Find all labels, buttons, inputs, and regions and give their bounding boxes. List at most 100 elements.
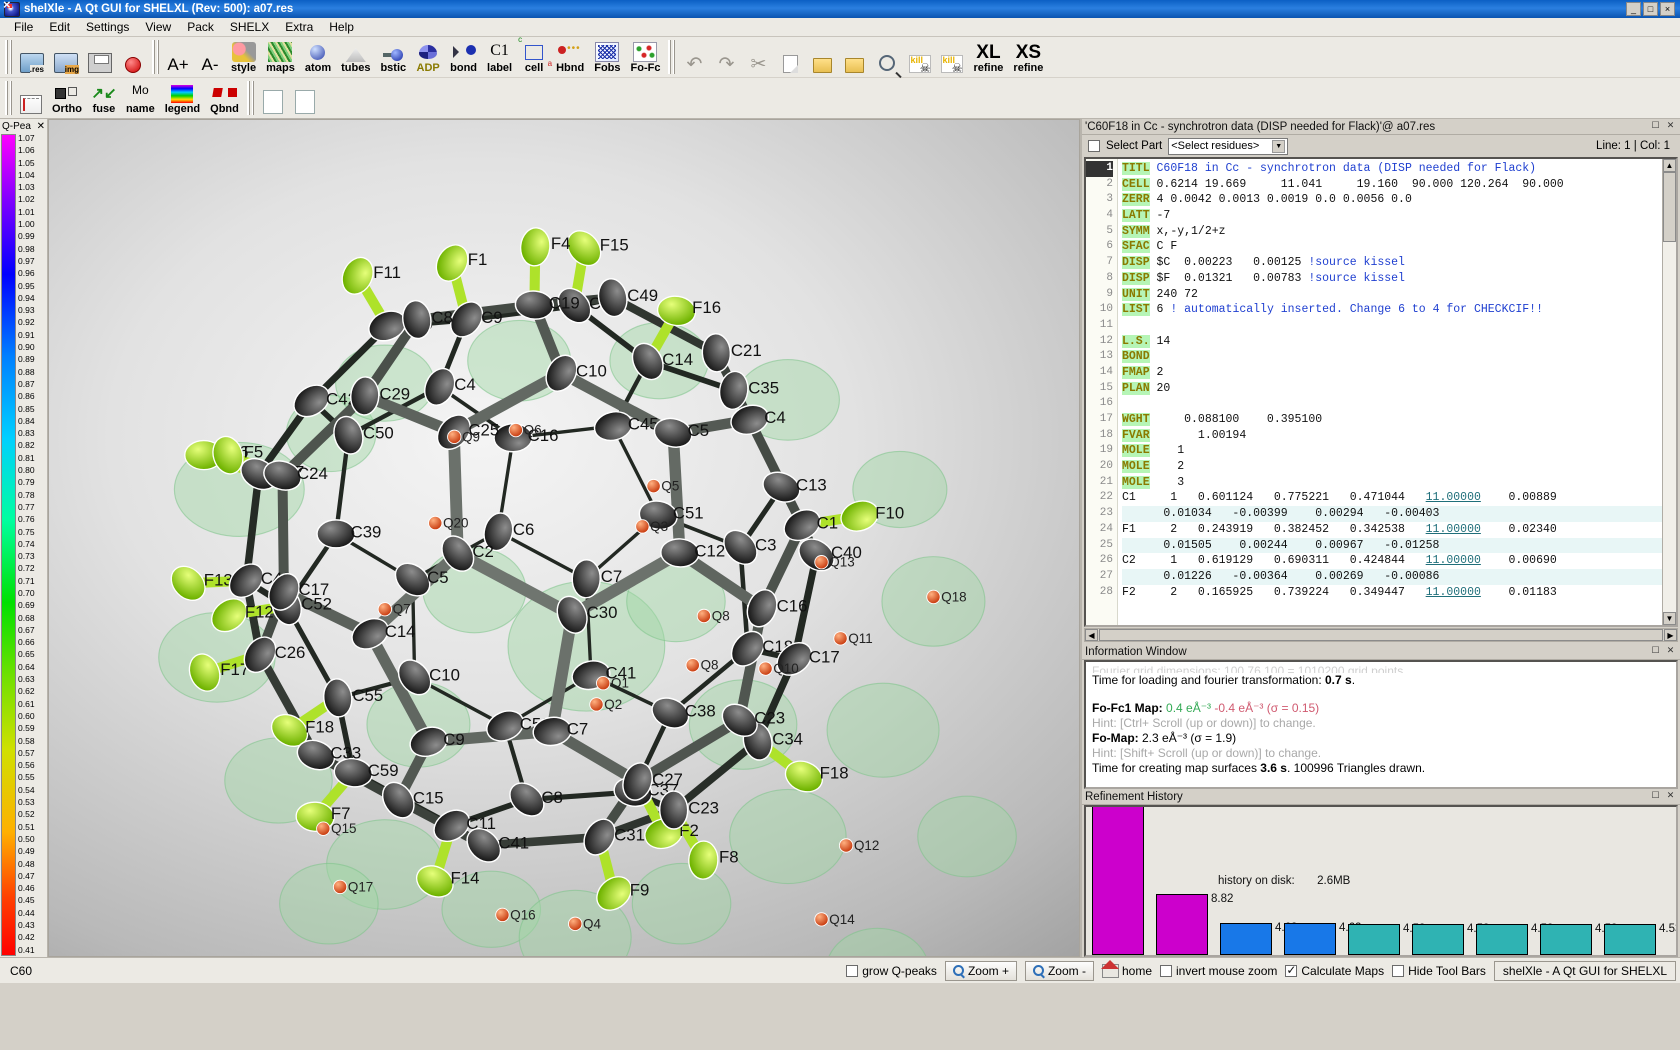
new-page-button-1[interactable] [258, 80, 288, 116]
home-button[interactable]: home [1102, 964, 1152, 978]
q-peak[interactable] [686, 659, 699, 672]
q-peak-legend-button[interactable]: legend [161, 80, 204, 116]
code-line[interactable]: F1 2 0.243919 0.382452 0.342538 11.00000… [1122, 522, 1662, 538]
fo-fc-button[interactable]: Fo-Fc [627, 39, 665, 75]
minimize-button[interactable]: _ [1626, 2, 1641, 16]
code-line[interactable]: TITL C60F18 in Cc - synchrotron data (DI… [1122, 161, 1662, 177]
history-bar[interactable] [1540, 924, 1592, 955]
increase-font-button[interactable]: A+ [163, 39, 193, 75]
open-res-file-button[interactable] [16, 39, 48, 75]
undo-button[interactable]: ↶ [679, 39, 709, 75]
bond-button[interactable]: bond [446, 39, 481, 75]
xs-refine-button[interactable]: XS refine [1009, 39, 1047, 75]
q-peak[interactable] [429, 516, 442, 529]
xl-refine-button[interactable]: XL refine [969, 39, 1007, 75]
code-line[interactable] [1122, 396, 1662, 412]
scroll-up-button[interactable]: ▲ [1663, 159, 1676, 172]
structure-3d-view[interactable]: F16F18F13F17F8F11F9F10F7F14F15F5F4F1F12F… [48, 119, 1080, 957]
paste-button[interactable] [807, 39, 837, 75]
menu-edit[interactable]: Edit [41, 18, 78, 36]
paste-button-2[interactable] [839, 39, 869, 75]
toolbar2-grip[interactable] [5, 81, 12, 115]
menu-file[interactable]: File [6, 18, 41, 36]
atom-button[interactable]: atom [301, 39, 335, 75]
close-icon[interactable]: ✕ [1664, 645, 1677, 658]
scroll-left-button[interactable]: ◀ [1085, 629, 1098, 641]
scroll-track[interactable] [1663, 242, 1676, 612]
code-line[interactable] [1122, 318, 1662, 334]
toolbar2-grip-2[interactable] [247, 81, 254, 115]
q-peak[interactable] [834, 632, 847, 645]
code-line[interactable]: DISP $F 0.01321 0.00783 !source kissel [1122, 271, 1662, 287]
close-icon[interactable]: ✕ [1664, 120, 1677, 133]
invert-mouse-zoom-box[interactable] [1160, 965, 1172, 977]
q-peak[interactable] [496, 908, 509, 921]
scroll-right-button[interactable]: ▶ [1664, 629, 1677, 641]
q-peak[interactable] [815, 913, 828, 926]
menu-settings[interactable]: Settings [78, 18, 137, 36]
q-peak[interactable] [378, 603, 391, 616]
history-bar[interactable] [1156, 894, 1208, 955]
kill-q-button[interactable] [905, 39, 935, 75]
q-peak[interactable] [839, 839, 852, 852]
history-bar[interactable] [1412, 924, 1464, 955]
q-peak[interactable] [568, 917, 581, 930]
q-bond-button[interactable]: Qbnd [206, 80, 243, 116]
scroll-thumb[interactable] [1663, 172, 1676, 242]
editor-text-area[interactable]: 1234567891011121314151617181920212223242… [1084, 157, 1678, 627]
grow-qpeaks-checkbox[interactable]: grow Q-peaks [846, 964, 937, 978]
code-line[interactable]: UNIT 240 72 [1122, 287, 1662, 303]
menu-extra[interactable]: Extra [277, 18, 321, 36]
code-line[interactable]: LIST 6 ! automatically inserted. Change … [1122, 302, 1662, 318]
history-bar[interactable] [1220, 923, 1272, 955]
q-peak[interactable] [815, 556, 828, 569]
history-bar[interactable] [1092, 805, 1144, 955]
code-line[interactable]: ZERR 4 0.0042 0.0013 0.0019 0.0 0.0056 0… [1122, 192, 1662, 208]
info-window-body[interactable]: Fourier grid dimensions: 100 76 100 = 10… [1084, 660, 1678, 789]
res-file-code[interactable]: TITL C60F18 in Cc - synchrotron data (DI… [1118, 159, 1662, 625]
find-button[interactable] [871, 39, 903, 75]
code-line[interactable]: LATT -7 [1122, 208, 1662, 224]
menu-pack[interactable]: Pack [179, 18, 222, 36]
stop-button[interactable] [118, 39, 148, 75]
chevron-down-icon[interactable]: ▼ [1272, 140, 1285, 153]
code-line[interactable]: MOLE 1 [1122, 443, 1662, 459]
float-panel-icon[interactable]: ☐ [1649, 645, 1662, 658]
zoom-out-button[interactable]: Zoom - [1025, 961, 1094, 981]
cut-button[interactable]: ✂ [743, 39, 773, 75]
code-line[interactable]: L.S. 14 [1122, 334, 1662, 350]
carbon-atom[interactable] [317, 520, 355, 548]
zoom-in-button[interactable]: Zoom + [945, 961, 1017, 981]
q-peak[interactable] [697, 609, 710, 622]
code-line[interactable]: F2 2 0.165925 0.739224 0.349447 11.00000… [1122, 585, 1662, 601]
scroll-down-button[interactable]: ▼ [1663, 612, 1676, 625]
carbon-atom[interactable] [572, 559, 601, 598]
history-bar[interactable] [1348, 924, 1400, 955]
code-line[interactable]: C2 1 0.619129 0.690311 0.424844 11.00000… [1122, 553, 1662, 569]
label-button[interactable]: C1 label [483, 39, 516, 75]
editor-vertical-scrollbar[interactable]: ▲ ▼ [1662, 159, 1676, 625]
kill-h-button[interactable] [937, 39, 967, 75]
code-line[interactable]: PLAN 20 [1122, 381, 1662, 397]
hscroll-thumb[interactable] [1099, 629, 1663, 641]
code-line[interactable]: WGHT 0.088100 0.395100 [1122, 412, 1662, 428]
adp-button[interactable]: ADP [412, 39, 444, 75]
carbon-atom[interactable] [659, 791, 688, 830]
refinement-history-chart[interactable]: history on disk: 2.6MB 29.098.824.634.62… [1084, 805, 1678, 957]
hide-tool-bars-checkbox[interactable]: Hide Tool Bars [1392, 964, 1486, 978]
editor-horizontal-scrollbar[interactable]: ◀ ▶ [1084, 628, 1678, 642]
history-bar[interactable] [1284, 923, 1336, 955]
code-line[interactable]: MOLE 3 [1122, 475, 1662, 491]
q-peak[interactable] [590, 698, 603, 711]
toolbar-grip-2[interactable] [152, 40, 159, 74]
q-peak[interactable] [448, 430, 461, 443]
code-line[interactable]: 0.01226 -0.00364 0.00269 -0.00086 [1122, 569, 1662, 585]
code-line[interactable]: DISP $C 0.00223 0.00125 !source kissel [1122, 255, 1662, 271]
hbond-button[interactable]: Hbnd [552, 39, 588, 75]
tubes-button[interactable]: tubes [337, 39, 374, 75]
carbon-atom[interactable] [322, 677, 354, 718]
code-line[interactable]: CELL 0.6214 19.669 11.041 19.160 90.000 … [1122, 177, 1662, 193]
close-icon[interactable]: ✕ [37, 121, 47, 132]
fuse-button[interactable]: ↗↙ fuse [88, 80, 120, 116]
cell-button[interactable]: cell [518, 39, 550, 75]
